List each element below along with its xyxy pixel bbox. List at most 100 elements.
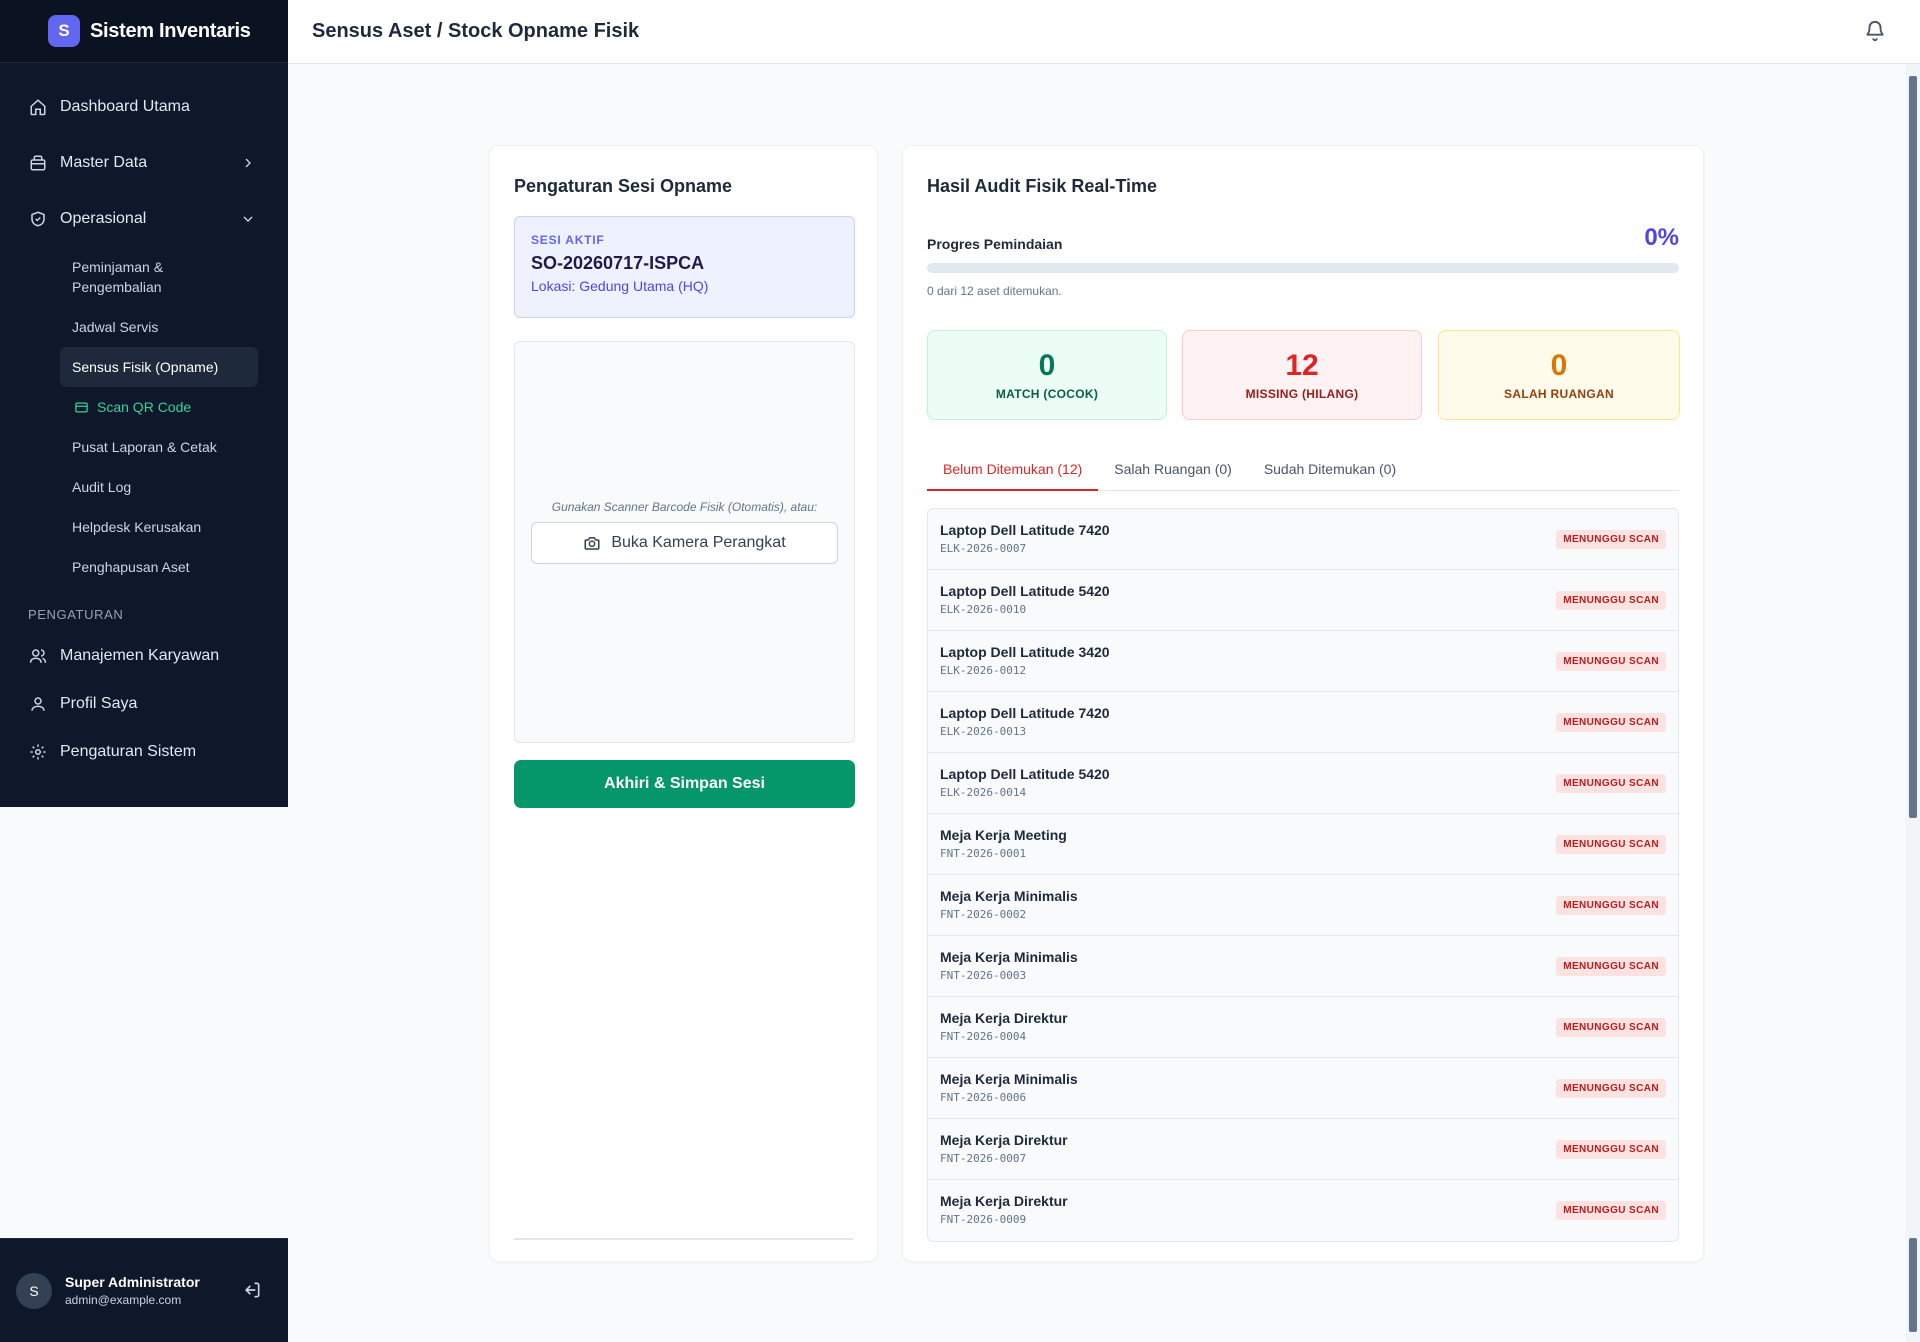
open-camera-label: Buka Kamera Perangkat <box>611 534 786 551</box>
session-code: SO-20260717-ISPCA <box>531 253 705 273</box>
tab-sudah-ditemukan[interactable]: Sudah Ditemukan (0) <box>1248 453 1412 491</box>
user-box: S Super Administrator admin@example.com <box>0 1238 288 1342</box>
tab-belum-ditemukan[interactable]: Belum Ditemukan (12) <box>927 453 1099 491</box>
list-item[interactable]: Laptop Dell Latitude 5420 ELK-2026-0014 ME… <box>928 753 1678 814</box>
list-item[interactable]: Meja Kerja Minimalis FNT-2026-0002 MENUNGG… <box>928 875 1678 936</box>
sidebar-item-profil[interactable]: Profil Saya <box>0 680 288 728</box>
avatar[interactable]: S <box>16 1272 52 1309</box>
home-icon <box>28 97 48 117</box>
sidebar-item-manajemen-karyawan[interactable]: Manajemen Karyawan <box>0 632 288 680</box>
scrollbar-thumb-upper[interactable] <box>1909 76 1917 818</box>
active-session-box: SESI AKTIF SO-20260717-ISPCA Lokasi: Ged… <box>514 216 855 318</box>
card-title: Hasil Audit Fisik Real-Time <box>927 176 1158 196</box>
stat-value: 0 <box>1038 349 1056 382</box>
stat-value: 0 <box>1550 349 1568 382</box>
status-badge: MENUNGGU SCAN <box>1556 957 1666 976</box>
sub-item-helpdesk[interactable]: Helpdesk Kerusakan <box>60 507 258 547</box>
stat-match: 0 MATCH (COCOK) <box>927 330 1167 420</box>
open-camera-button[interactable]: Buka Kamera Perangkat <box>531 522 838 564</box>
sub-item-pusat-laporan[interactable]: Pusat Laporan & Cetak <box>60 427 258 467</box>
scan-card-icon <box>74 400 89 415</box>
sidebar-nav: Dashboard Utama Master Data Operasional … <box>0 63 288 776</box>
section-label-pengaturan: PENGATURAN <box>28 607 124 622</box>
asset-list: Laptop Dell Latitude 7420 ELK-2026-0007 ME… <box>927 508 1679 1242</box>
brand-name: Sistem Inventaris <box>90 19 251 42</box>
sidebar-item-label: Manajemen Karyawan <box>60 647 220 664</box>
list-item[interactable]: Laptop Dell Latitude 7420 ELK-2026-0007 ME… <box>928 509 1678 570</box>
list-item[interactable]: Meja Kerja Direktur FNT-2026-0004 MENUNGGU… <box>928 997 1678 1058</box>
progress-percent: 0% <box>1644 224 1679 251</box>
sub-item-penghapusan[interactable]: Penghapusan Aset <box>60 547 258 587</box>
status-badge: MENUNGGU SCAN <box>1556 652 1666 671</box>
user-email: admin@example.com <box>65 1293 182 1307</box>
sub-item-jadwal-servis[interactable]: Jadwal Servis <box>60 307 258 347</box>
list-item[interactable]: Meja Kerja Direktur FNT-2026-0009 MENUNGGU… <box>928 1180 1678 1241</box>
list-item[interactable]: Meja Kerja Meeting FNT-2026-0001 MENUNGGU … <box>928 814 1678 875</box>
gear-icon <box>28 742 48 762</box>
stat-label: MATCH (COCOK) <box>995 387 1099 401</box>
sidebar-item-label: Dashboard Utama <box>60 98 190 115</box>
stat-value: 12 <box>1285 349 1319 382</box>
shield-icon <box>28 209 48 229</box>
brand[interactable]: S Sistem Inventaris <box>0 0 288 63</box>
list-item[interactable]: Laptop Dell Latitude 3420 ELK-2026-0012 ME… <box>928 631 1678 692</box>
status-badge: MENUNGGU SCAN <box>1556 1018 1666 1037</box>
sidebar-item-label: Pengaturan Sistem <box>60 743 197 760</box>
status-badge: MENUNGGU SCAN <box>1556 713 1666 732</box>
bell-icon[interactable] <box>1864 20 1886 47</box>
sidebar-item-label: Master Data <box>60 154 148 171</box>
status-badge: MENUNGGU SCAN <box>1556 591 1666 610</box>
user-icon <box>28 694 48 714</box>
divider <box>514 1238 853 1240</box>
stat-label: MISSING (HILANG) <box>1245 387 1359 401</box>
user-name: Super Administrator <box>65 1274 200 1290</box>
status-badge: MENUNGGU SCAN <box>1556 835 1666 854</box>
status-badge: MENUNGGU SCAN <box>1556 1201 1666 1220</box>
sidebar: S Sistem Inventaris Dashboard Utama Mast… <box>0 0 288 807</box>
chevron-down-icon <box>240 211 256 232</box>
sidebar-item-operasional[interactable]: Operasional <box>0 191 288 247</box>
end-save-session-button[interactable]: Akhiri & Simpan Sesi <box>514 760 855 808</box>
stat-missing: 12 MISSING (HILANG) <box>1182 330 1422 420</box>
progress-label: Progres Pemindaian <box>927 236 1063 252</box>
scanner-area: Gunakan Scanner Barcode Fisik (Otomatis)… <box>514 341 855 743</box>
page-title: Sensus Aset / Stock Opname Fisik <box>312 20 640 42</box>
session-location: Lokasi: Gedung Utama (HQ) <box>531 278 709 294</box>
session-settings-card: Pengaturan Sesi Opname SESI AKTIF SO-202… <box>489 145 878 1262</box>
tab-salah-ruangan[interactable]: Salah Ruangan (0) <box>1098 453 1248 491</box>
status-badge: MENUNGGU SCAN <box>1556 530 1666 549</box>
top-header: Sensus Aset / Stock Opname Fisik <box>288 0 1920 64</box>
sidebar-user-panel: S Super Administrator admin@example.com <box>0 1238 288 1342</box>
card-title: Pengaturan Sesi Opname <box>514 176 733 196</box>
operasional-submenu: Peminjaman & Pengembalian Jadwal Servis … <box>0 247 288 587</box>
stat-wrong-room: 0 SALAH RUANGAN <box>1438 330 1680 420</box>
sub-item-label: Scan QR Code <box>97 399 192 415</box>
list-item[interactable]: Meja Kerja Minimalis FNT-2026-0003 MENUNGG… <box>928 936 1678 997</box>
sidebar-item-label: Profil Saya <box>60 695 138 712</box>
scanner-hint: Gunakan Scanner Barcode Fisik (Otomatis)… <box>551 500 818 514</box>
status-badge: MENUNGGU SCAN <box>1556 1140 1666 1159</box>
list-item[interactable]: Laptop Dell Latitude 5420 ELK-2026-0010 ME… <box>928 570 1678 631</box>
sidebar-item-master-data[interactable]: Master Data <box>0 135 288 191</box>
sub-item-sensus-fisik[interactable]: Sensus Fisik (Opname) <box>60 347 258 387</box>
status-badge: MENUNGGU SCAN <box>1556 774 1666 793</box>
box-icon <box>28 153 48 173</box>
users-icon <box>28 646 48 666</box>
sub-item-peminjaman[interactable]: Peminjaman & Pengembalian <box>60 247 258 307</box>
list-item[interactable]: Laptop Dell Latitude 7420 ELK-2026-0013 ME… <box>928 692 1678 753</box>
scrollbar-thumb-lower[interactable] <box>1909 1238 1917 1332</box>
sidebar-item-dashboard[interactable]: Dashboard Utama <box>0 79 288 135</box>
status-badge: MENUNGGU SCAN <box>1556 896 1666 915</box>
sub-item-audit-log[interactable]: Audit Log <box>60 467 258 507</box>
sidebar-item-pengaturan-sistem[interactable]: Pengaturan Sistem <box>0 728 288 776</box>
scrollbar[interactable] <box>1906 64 1920 1342</box>
list-item[interactable]: Meja Kerja Minimalis FNT-2026-0006 MENUNGG… <box>928 1058 1678 1119</box>
result-tabs: Belum Ditemukan (12) Salah Ruangan (0) S… <box>927 453 1679 491</box>
status-badge: MENUNGGU SCAN <box>1556 1079 1666 1098</box>
logout-icon[interactable] <box>242 1280 262 1305</box>
progress-bar <box>927 263 1679 273</box>
list-item[interactable]: Meja Kerja Direktur FNT-2026-0007 MENUNGGU… <box>928 1119 1678 1180</box>
chevron-right-icon <box>240 155 256 176</box>
sub-item-scan-qr[interactable]: Scan QR Code <box>60 387 258 427</box>
progress-note: 0 dari 12 aset ditemukan. <box>927 284 1062 298</box>
